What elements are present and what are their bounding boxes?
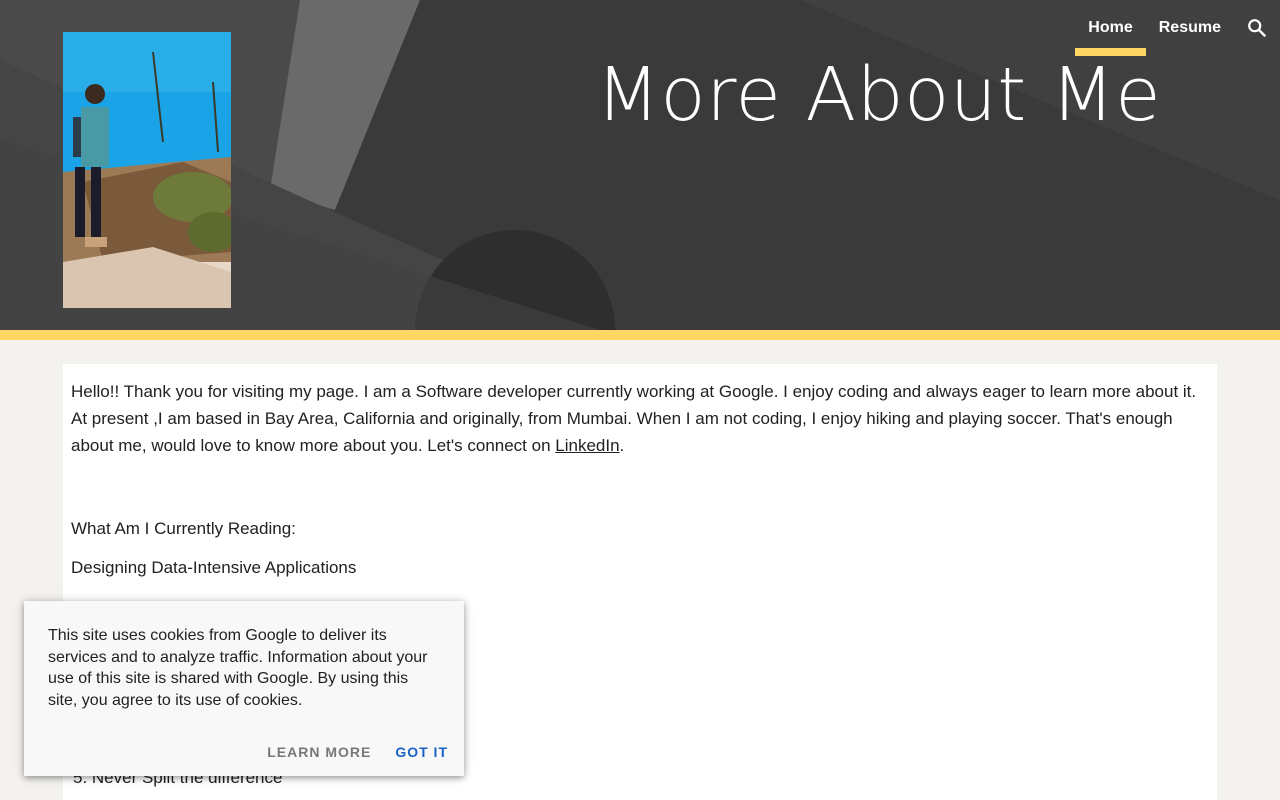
nav-item-home[interactable]: Home (1075, 0, 1147, 56)
intro-text: Hello!! Thank you for visiting my page. … (71, 382, 1197, 455)
intro-paragraph: Hello!! Thank you for visiting my page. … (71, 378, 1209, 459)
top-nav: Home Resume (1075, 0, 1280, 56)
header-accent-bar (0, 330, 1280, 340)
header-banner: Home Resume More About Me (0, 0, 1280, 330)
page-title: More About Me (596, 52, 1162, 138)
cookie-actions: LEARN MORE GOT IT (267, 744, 448, 760)
intro-period: . (619, 436, 625, 455)
reading-heading: What Am I Currently Reading: (71, 519, 296, 538)
profile-photo (63, 32, 231, 308)
cookie-message: This site uses cookies from Google to de… (48, 627, 428, 709)
search-icon (1248, 19, 1267, 38)
current-book: Designing Data-Intensive Applications (71, 558, 357, 577)
learn-more-button[interactable]: LEARN MORE (267, 744, 371, 760)
nav-item-resume[interactable]: Resume (1146, 0, 1234, 56)
cookie-dialog: This site uses cookies from Google to de… (24, 601, 464, 776)
linkedin-link[interactable]: LinkedIn (555, 436, 619, 455)
search-button[interactable] (1234, 0, 1280, 56)
got-it-button[interactable]: GOT IT (395, 744, 448, 760)
